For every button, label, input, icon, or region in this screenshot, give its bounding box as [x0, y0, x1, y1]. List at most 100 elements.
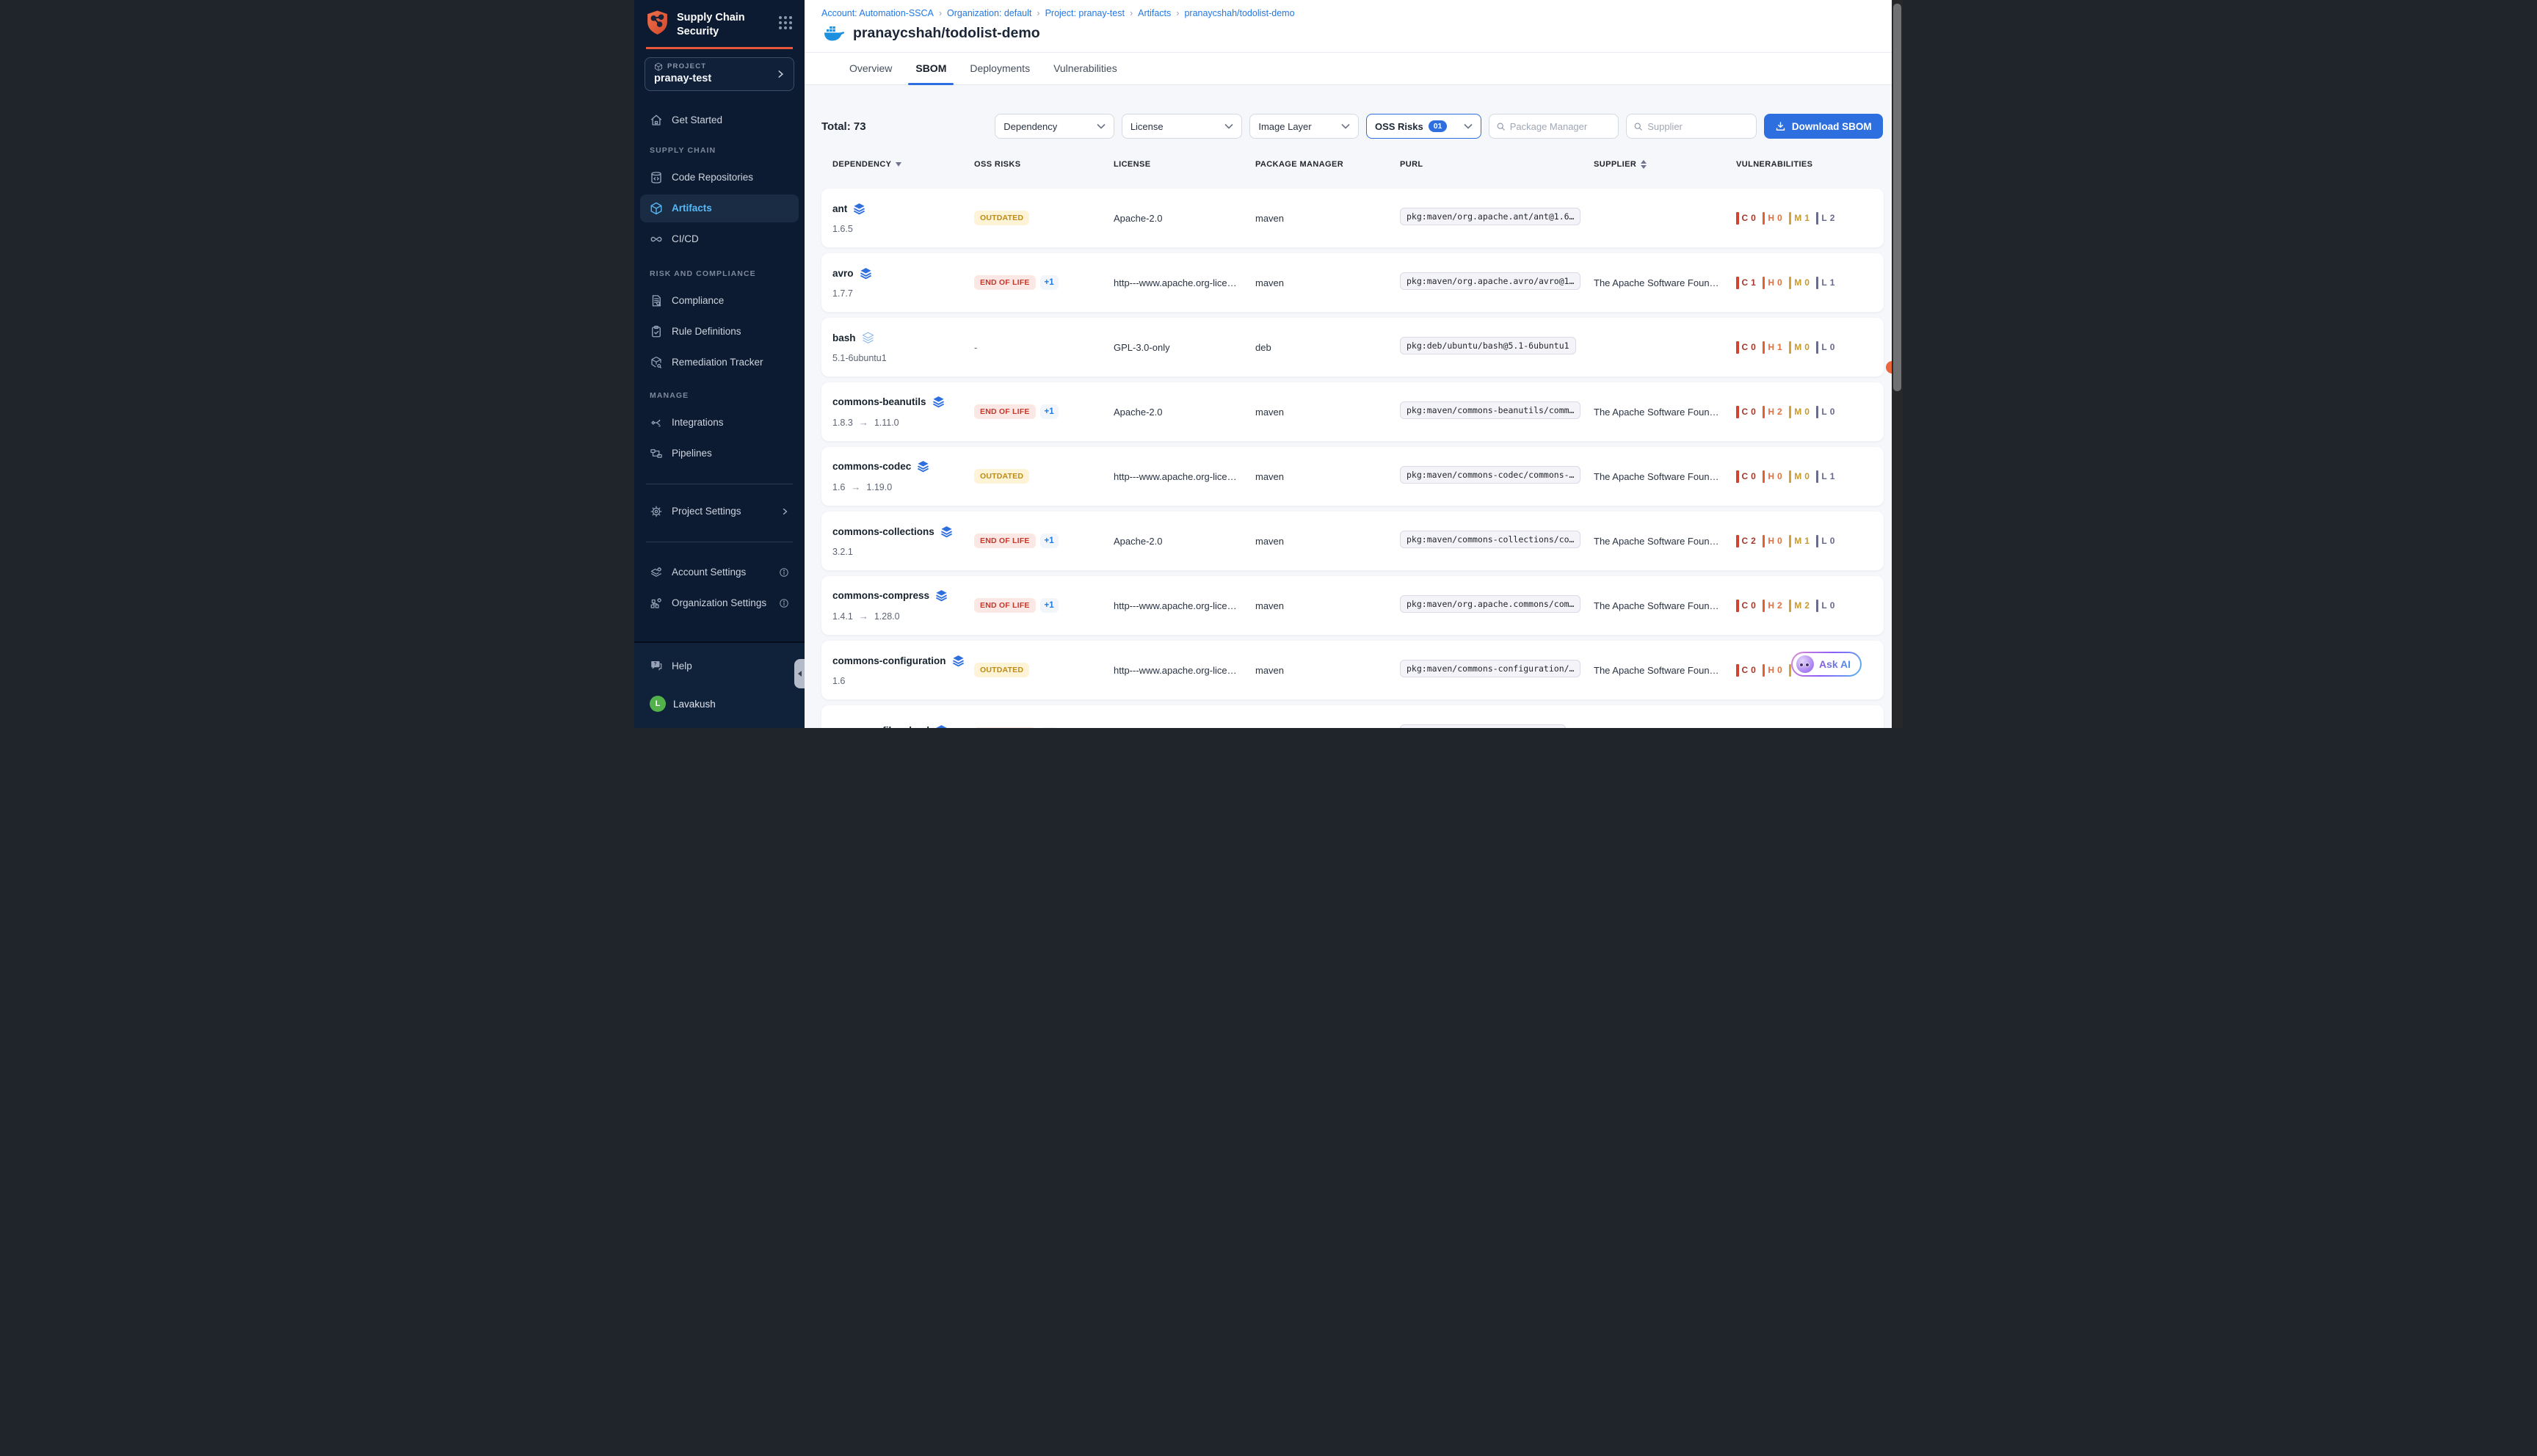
purl-chip[interactable]: pkg:maven/org.apache.avro/avro@1…: [1400, 272, 1580, 290]
layers-icon: [935, 724, 948, 729]
dependency-name[interactable]: commons-collections: [832, 526, 934, 537]
help-chat-icon: ?: [650, 659, 663, 672]
sidebar-collapse-handle[interactable]: [794, 659, 805, 688]
tab-vulnerabilities[interactable]: Vulnerabilities: [1052, 51, 1119, 85]
dependency-name[interactable]: ant: [832, 203, 847, 214]
sidebar-item-help[interactable]: ? Help: [640, 652, 799, 680]
sidebar-item-project-settings[interactable]: Project Settings: [640, 498, 799, 525]
download-sbom-button[interactable]: Download SBOM: [1764, 114, 1883, 139]
risk-badge: END OF LIFE: [974, 275, 1036, 290]
user-menu[interactable]: L Lavakush: [640, 690, 799, 718]
project-selector[interactable]: PROJECT pranay-test: [645, 57, 794, 91]
risk-extra-badge[interactable]: +1: [1040, 727, 1059, 728]
purl-chip[interactable]: pkg:deb/ubuntu/bash@5.1-6ubuntu1: [1400, 337, 1576, 354]
risk-badge: END OF LIFE: [974, 727, 1036, 728]
supplier-search: [1626, 114, 1756, 139]
low-count: L0: [1816, 535, 1835, 547]
license-filter[interactable]: License: [1122, 114, 1243, 139]
tab-deployments[interactable]: Deployments: [968, 51, 1031, 85]
table-row[interactable]: commons-compress 1.4.1 → 1.28.0 END OF L…: [821, 576, 1884, 635]
dependency-name[interactable]: commons-compress: [832, 590, 929, 601]
breadcrumb-account[interactable]: Account: Automation-SSCA: [821, 8, 934, 18]
dependency-name[interactable]: bash: [832, 332, 856, 343]
sidebar-item-get-started[interactable]: Get Started: [640, 106, 799, 134]
sidebar-item-pipelines[interactable]: Pipelines: [640, 440, 799, 467]
docker-icon: [824, 24, 846, 42]
purl-chip[interactable]: pkg:maven/org.apache.commons/com…: [1400, 595, 1580, 613]
dependency-name[interactable]: commons-fileupload: [832, 725, 929, 729]
risk-extra-badge[interactable]: +1: [1040, 534, 1059, 548]
sidebar-item-organization-settings[interactable]: Organization Settings: [640, 589, 799, 617]
supplier-cell: The Apache Software Foun…: [1594, 600, 1736, 611]
vulnerabilities-cell: C0 H1 M0 L0: [1736, 341, 1884, 354]
ask-ai-button[interactable]: Ask AI: [1791, 652, 1862, 677]
purl-chip[interactable]: pkg:maven/commons-fileupload/…: [1400, 724, 1566, 729]
table-row[interactable]: commons-beanutils 1.8.3 → 1.11.0 END OF …: [821, 382, 1884, 441]
high-count: H0: [1763, 277, 1782, 289]
sidebar-item-code-repositories[interactable]: Code Repositories: [640, 164, 799, 192]
image-layer-filter[interactable]: Image Layer: [1249, 114, 1359, 139]
low-count: L0: [1816, 341, 1835, 354]
risk-badge: OUTDATED: [974, 211, 1029, 225]
table-row[interactable]: bash 5.1-6ubuntu1 - GPL-3.0-only deb pkg…: [821, 318, 1884, 376]
chevron-down-icon: [1224, 123, 1233, 129]
tab-overview[interactable]: Overview: [848, 51, 893, 85]
column-supplier[interactable]: SUPPLIER: [1594, 160, 1736, 169]
purl-chip[interactable]: pkg:maven/commons-configuration/…: [1400, 660, 1580, 677]
tab-sbom[interactable]: SBOM: [914, 51, 948, 85]
table-row[interactable]: commons-codec 1.6 → 1.19.0 OUTDATED http…: [821, 447, 1884, 506]
breadcrumb-organization[interactable]: Organization: default: [947, 8, 1031, 18]
supplier-cell: The Apache Software Foun…: [1594, 407, 1736, 418]
column-vulnerabilities: VULNERABILITIES: [1736, 160, 1884, 169]
table-row[interactable]: commons-collections 3.2.1 END OF LIFE +1…: [821, 512, 1884, 570]
chevron-right-icon: [780, 507, 789, 516]
dependency-name[interactable]: commons-codec: [832, 461, 911, 472]
dependency-filter[interactable]: Dependency: [995, 114, 1114, 139]
table-row[interactable]: commons-fileupload END OF LIFE +1 Apache…: [821, 705, 1884, 728]
medium-count: M0: [1789, 341, 1810, 354]
purl-chip[interactable]: pkg:maven/org.apache.ant/ant@1.6…: [1400, 208, 1580, 225]
purl-chip[interactable]: pkg:maven/commons-codec/commons-…: [1400, 466, 1580, 484]
dependency-name[interactable]: commons-beanutils: [832, 396, 926, 407]
sidebar-item-integrations[interactable]: Integrations: [640, 409, 799, 437]
sidebar-item-cicd[interactable]: CI/CD: [640, 225, 799, 253]
high-count: H0: [1763, 212, 1782, 225]
sidebar-item-remediation-tracker[interactable]: Remediation Tracker: [640, 349, 799, 376]
home-icon: [650, 114, 663, 127]
vulnerabilities-cell: C2 H0 M1 L0: [1736, 535, 1884, 547]
sidebar-item-account-settings[interactable]: Account Settings: [640, 558, 799, 586]
column-dependency[interactable]: DEPENDENCY: [832, 160, 974, 169]
supplier-input[interactable]: [1647, 121, 1749, 132]
breadcrumb-project[interactable]: Project: pranay-test: [1045, 8, 1125, 18]
oss-risk-cell: OUTDATED: [974, 211, 1114, 225]
medium-count: M0: [1789, 470, 1810, 483]
module-switcher-icon[interactable]: [779, 16, 792, 29]
scrollbar-track[interactable]: [1892, 0, 1903, 728]
info-icon[interactable]: [779, 598, 789, 608]
package-manager-input[interactable]: [1510, 121, 1611, 132]
risk-extra-badge[interactable]: +1: [1040, 598, 1059, 613]
package-manager-search: [1489, 114, 1619, 139]
purl-chip[interactable]: pkg:maven/commons-collections/co…: [1400, 531, 1580, 548]
download-icon: [1775, 121, 1786, 132]
table-row[interactable]: ant 1.6.5 OUTDATED Apache-2.0 maven pkg:…: [821, 189, 1884, 247]
integrations-icon: [650, 416, 663, 429]
supplier-cell: The Apache Software Foun…: [1594, 536, 1736, 547]
sidebar-item-rule-definitions[interactable]: Rule Definitions: [640, 318, 799, 346]
layers-icon: [917, 460, 929, 473]
table-row[interactable]: commons-configuration 1.6 OUTDATED http-…: [821, 641, 1884, 699]
risk-extra-badge[interactable]: +1: [1040, 404, 1059, 419]
sidebar-item-artifacts[interactable]: Artifacts: [640, 194, 799, 222]
breadcrumb-artifacts[interactable]: Artifacts: [1138, 8, 1171, 18]
purl-chip[interactable]: pkg:maven/commons-beanutils/comm…: [1400, 401, 1580, 419]
purl-cell: pkg:maven/org.apache.avro/avro@1…: [1400, 272, 1594, 294]
breadcrumb-current[interactable]: pranaycshah/todolist-demo: [1184, 8, 1294, 18]
sidebar-item-compliance[interactable]: Compliance: [640, 287, 799, 315]
scrollbar-thumb[interactable]: [1893, 4, 1901, 391]
dependency-name[interactable]: commons-configuration: [832, 655, 946, 666]
info-icon[interactable]: [779, 567, 789, 578]
dependency-name[interactable]: avro: [832, 268, 854, 279]
oss-risks-filter[interactable]: OSS Risks 01: [1366, 114, 1481, 139]
risk-extra-badge[interactable]: +1: [1040, 275, 1059, 290]
table-row[interactable]: avro 1.7.7 END OF LIFE +1 http---www.apa…: [821, 253, 1884, 312]
